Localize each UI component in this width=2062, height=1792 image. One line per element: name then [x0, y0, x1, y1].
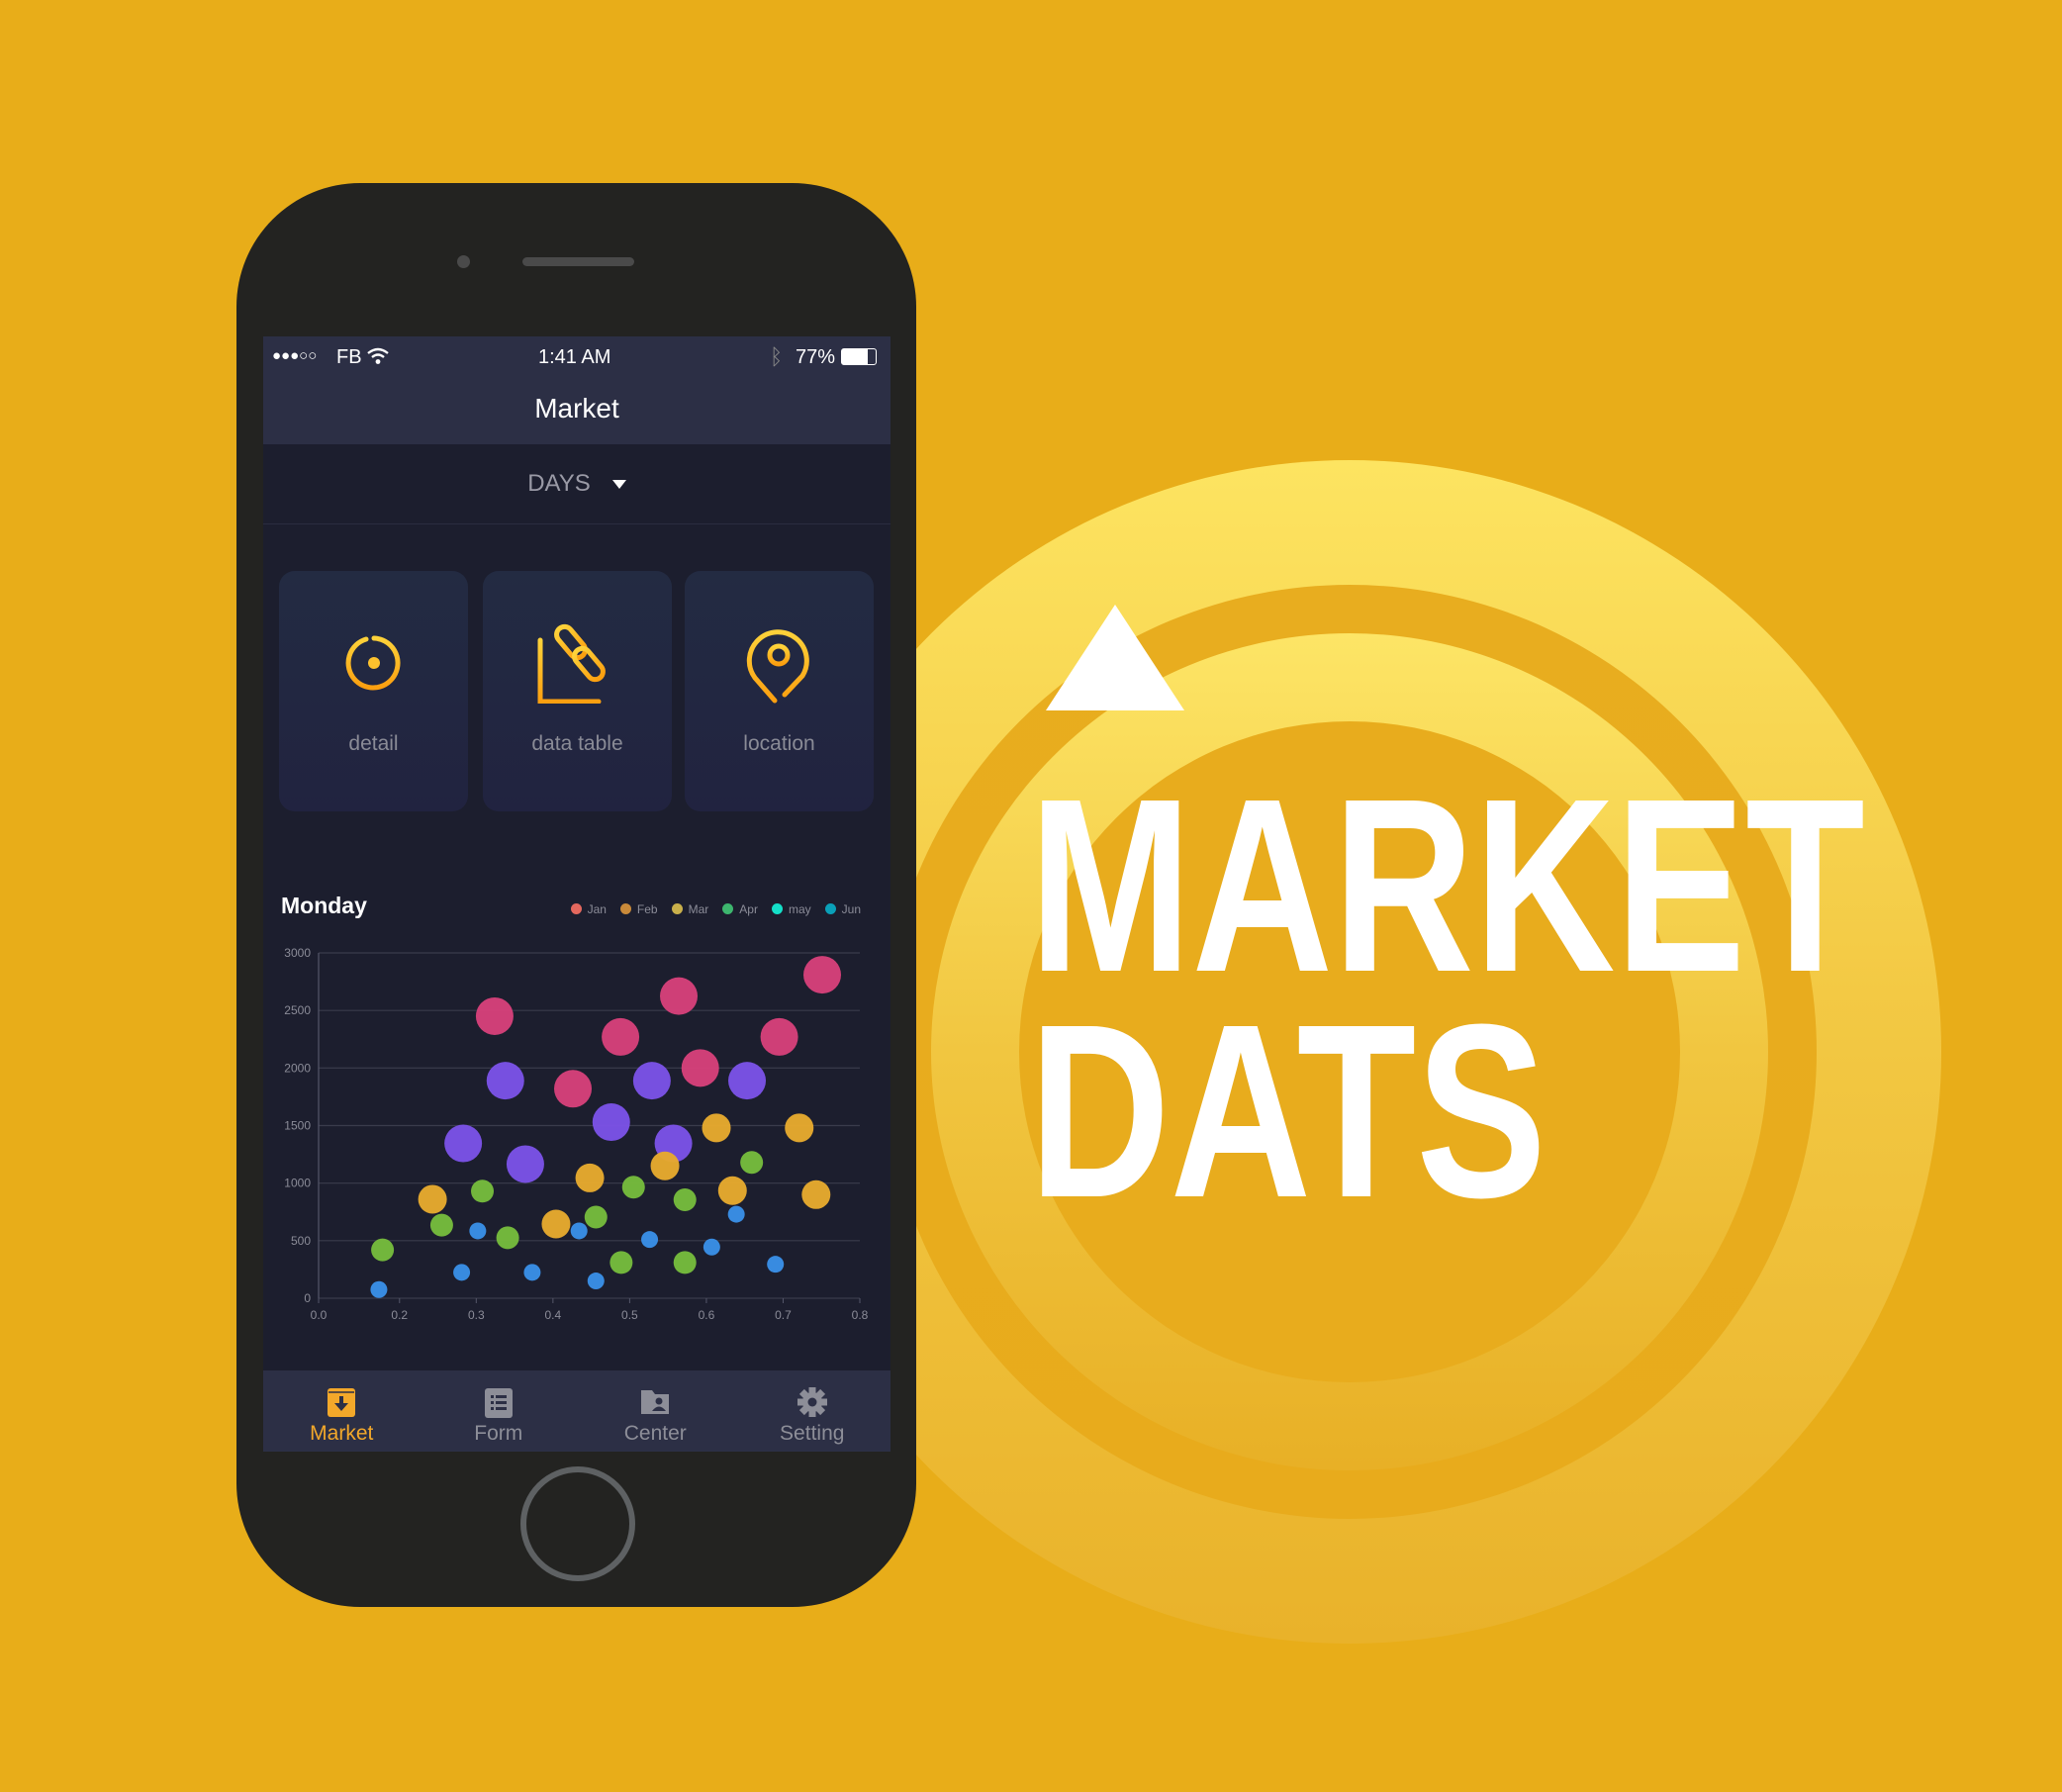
bubble	[570, 1222, 588, 1240]
x-tick-label: 0.7	[775, 1308, 792, 1322]
bubble	[371, 1238, 395, 1262]
bubble	[486, 1062, 524, 1100]
y-tick-label: 1000	[284, 1177, 311, 1190]
bubble-chart: 0 500 1000 1500 2000 2500 3000 0.0 0.2 0.3 0.4 0.5 0…	[284, 946, 869, 1322]
x-tick-label: 0.6	[699, 1308, 715, 1322]
up-triangle-icon	[1046, 605, 1184, 710]
x-tick-label: 0.5	[621, 1308, 638, 1322]
tab-label: Market	[310, 1422, 374, 1445]
y-tick-label: 0	[304, 1291, 311, 1305]
map-pin-icon	[746, 629, 809, 704]
tab-bar: Market Form Center Setting	[263, 1370, 890, 1452]
x-tick-label: 0.0	[311, 1308, 328, 1322]
bubble	[650, 1151, 680, 1180]
card-detail[interactable]: detail	[279, 571, 468, 811]
bubble	[681, 1049, 719, 1087]
y-tick-label: 2000	[284, 1061, 311, 1075]
bubble	[728, 1062, 767, 1100]
bubble	[785, 1113, 814, 1143]
bubble	[444, 1124, 483, 1163]
bubble	[523, 1264, 541, 1281]
camera	[457, 255, 470, 268]
gear-icon	[797, 1387, 827, 1417]
bubble	[453, 1264, 471, 1281]
bubble	[587, 1273, 605, 1290]
wifi-icon	[367, 347, 389, 364]
promo-title-line2: DATS	[1029, 973, 1546, 1249]
y-tick-label: 1500	[284, 1119, 311, 1133]
bubble	[609, 1251, 633, 1274]
bubble	[584, 1205, 608, 1229]
bubble	[429, 1213, 453, 1237]
phone-screen: ●●●○○ FB 1:41 AM ᛒ 77% Market DAYS detai…	[263, 336, 890, 1452]
card-label: location	[743, 732, 815, 755]
bubble	[541, 1209, 571, 1239]
days-dropdown[interactable]: DAYS	[263, 444, 890, 524]
bubble	[506, 1145, 544, 1183]
status-bar: ●●●○○ FB 1:41 AM ᛒ 77%	[263, 336, 890, 382]
bubble	[632, 1062, 671, 1100]
home-button[interactable]	[520, 1466, 635, 1581]
tab-form[interactable]: Form	[421, 1370, 578, 1452]
nav-title: Market	[263, 382, 890, 444]
x-tick-label: 0.2	[391, 1308, 408, 1322]
clock: 1:41 AM	[538, 346, 611, 368]
card-location[interactable]: location	[685, 571, 874, 811]
bubble	[621, 1176, 645, 1199]
x-tick-label: 0.3	[468, 1308, 485, 1322]
bluetooth-icon: ᛒ	[770, 344, 784, 369]
bubble	[602, 1017, 640, 1056]
bubble	[803, 956, 842, 994]
x-tick-label: 0.4	[545, 1308, 562, 1322]
bubble	[760, 1017, 798, 1056]
card-label: data table	[531, 732, 623, 755]
bubble	[673, 1188, 697, 1212]
bubble	[575, 1163, 605, 1192]
battery-icon	[841, 348, 877, 365]
bubble	[592, 1103, 630, 1142]
bubble	[673, 1251, 697, 1274]
chart-link-icon	[537, 623, 606, 704]
bubble	[554, 1070, 593, 1108]
bubble	[641, 1231, 659, 1249]
bubble	[767, 1256, 785, 1273]
tab-setting[interactable]: Setting	[734, 1370, 891, 1452]
bubble	[740, 1151, 764, 1175]
bubble	[660, 977, 699, 1015]
crosshair-icon	[334, 623, 414, 703]
card-data-table[interactable]: data table	[483, 571, 672, 811]
signal-icon: ●●●○○	[272, 347, 318, 364]
y-tick-label: 3000	[284, 946, 311, 960]
list-icon	[484, 1388, 513, 1418]
tab-label: Center	[623, 1422, 687, 1445]
tab-market[interactable]: Market	[263, 1370, 421, 1452]
bubble	[496, 1226, 519, 1250]
x-tick-label: 0.8	[852, 1308, 869, 1322]
tab-label: Setting	[780, 1422, 845, 1445]
archive-download-icon	[328, 1388, 356, 1417]
y-tick-label: 2500	[284, 1003, 311, 1017]
battery-percent: 77%	[796, 346, 836, 368]
days-dropdown-label: DAYS	[527, 470, 591, 497]
tab-label: Form	[474, 1422, 523, 1445]
bubble	[727, 1205, 745, 1223]
bubble	[703, 1238, 720, 1256]
bubble	[471, 1179, 495, 1203]
bubble	[469, 1222, 487, 1240]
tab-center[interactable]: Center	[577, 1370, 734, 1452]
carrier: FB	[336, 346, 362, 368]
bubble	[418, 1184, 447, 1214]
caret-down-icon	[611, 480, 626, 489]
bubble	[702, 1113, 731, 1143]
bubble	[717, 1176, 747, 1205]
speaker	[522, 257, 634, 266]
bubble	[801, 1179, 831, 1209]
bubble	[475, 996, 514, 1035]
folder-user-icon	[641, 1390, 670, 1414]
card-label: detail	[348, 732, 399, 755]
bubble	[370, 1280, 388, 1298]
y-tick-label: 500	[291, 1234, 311, 1248]
